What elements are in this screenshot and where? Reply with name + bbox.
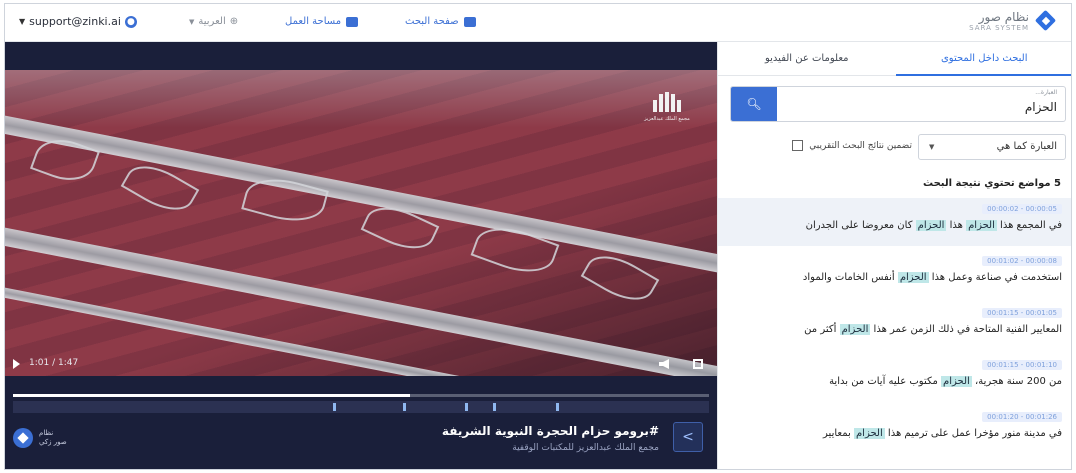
watermark-text: مجمع الملك عبدالعزيز — [644, 116, 690, 122]
tab-search-content[interactable]: البحث داخل المحتوى — [895, 42, 1071, 76]
video-subtitle: مجمع الملك عبدالعزيز للمكتبات الوقفية — [512, 443, 659, 453]
approx-label: تضمين نتائج البحث التقريبي — [809, 140, 912, 151]
result-text-fragment: في مدينة منور مؤخرا عمل على ترميم هذا — [884, 428, 1062, 439]
highlighted-term: الحزام — [915, 220, 947, 231]
language-selector[interactable]: ▼ العربية ⊕ — [189, 16, 238, 27]
result-marker[interactable] — [465, 403, 469, 411]
logo-english: SARA SYSTEM — [969, 24, 1029, 32]
result-text-fragment: أكثر من — [804, 324, 840, 335]
result-text: من 200 سنة هجرية، الحزام مكتوب عليه آيات… — [829, 376, 1062, 387]
result-marker[interactable] — [493, 403, 497, 411]
result-text-fragment: المعايير الفنية المتاحة في ذلك الزمن عمر… — [870, 324, 1062, 335]
search-panel: البحث داخل المحتوى معلومات عن الفيديو 🔍︎… — [717, 42, 1071, 469]
time-display: 1:01 / 1:47 — [29, 358, 79, 368]
result-text: في مدينة منور مؤخرا عمل على ترميم هذا ال… — [823, 428, 1062, 439]
result-text-fragment: استخدمت في صناعة وعمل هذا — [928, 272, 1062, 283]
brand-logo-icon — [13, 428, 33, 448]
result-text-fragment: أنفس الخامات والمواد — [802, 272, 898, 283]
chevron-down-icon: ▼ — [189, 17, 195, 26]
result-text-fragment: من 200 سنة هجرية، — [971, 376, 1062, 387]
results-count: 5 مواضع تحتوي نتيجة البحث — [922, 178, 1061, 189]
result-text-fragment: بمعايير — [823, 428, 854, 439]
volume-icon[interactable] — [659, 359, 669, 369]
logo-mark-icon — [1035, 10, 1057, 32]
tab-video-info[interactable]: معلومات عن الفيديو — [718, 42, 896, 76]
result-text: المعايير الفنية المتاحة في ذلك الزمن عمر… — [804, 324, 1062, 335]
app-logo[interactable]: نظام صور SARA SYSTEM — [969, 10, 1057, 32]
progress-fill — [13, 394, 410, 397]
language-label: العربية — [198, 16, 226, 27]
result-text-fragment: هذا — [946, 220, 967, 231]
channel-watermark: مجمع الملك عبدالعزيز — [639, 92, 695, 122]
match-mode-select[interactable]: العبارة كما هي ▼ — [918, 134, 1066, 160]
search-result-item[interactable]: 00:00:02 - 00:00:05 في المجمع هذا الحزام … — [718, 198, 1071, 246]
result-text: في المجمع هذا الحزام هذا الحزام كان معرو… — [806, 220, 1062, 231]
match-mode-value: العبارة كما هي — [996, 141, 1057, 152]
result-text-fragment: كان معروضا على الجدران — [805, 220, 916, 231]
result-timestamp: 00:01:02 - 00:00:08 — [982, 256, 1062, 266]
brand-badge: نظام صور زكي — [13, 428, 67, 448]
brand-line2: صور زكي — [39, 438, 67, 446]
panel-tabs: البحث داخل المحتوى معلومات عن الفيديو — [718, 42, 1071, 76]
search-result-item[interactable]: 00:01:20 - 00:01:26 في مدينة منور مؤخرا ع… — [718, 406, 1071, 454]
folder-icon — [346, 16, 359, 27]
share-button[interactable]: < — [673, 422, 703, 452]
user-menu[interactable]: ▼ support@zinki.ai ● — [19, 15, 137, 28]
top-bar: ▼ support@zinki.ai ● ▼ العربية ⊕ مساحة ا… — [5, 4, 1071, 42]
search-page-link[interactable]: صفحة البحث — [405, 16, 476, 27]
search-result-item[interactable]: 00:01:02 - 00:00:08 استخدمت في صناعة وعمل… — [718, 250, 1071, 298]
result-timestamp: 00:01:15 - 00:01:05 — [982, 308, 1062, 318]
chevron-down-icon: ▼ — [929, 143, 935, 151]
search-result-item[interactable]: 00:01:15 - 00:01:10 من 200 سنة هجرية، الح… — [718, 354, 1071, 402]
search-box: 🔍︎ العبارة... — [730, 86, 1066, 122]
approx-checkbox[interactable] — [792, 140, 804, 151]
user-email: support@zinki.ai — [29, 15, 121, 28]
app-frame: ▼ support@zinki.ai ● ▼ العربية ⊕ مساحة ا… — [4, 3, 1072, 470]
logo-arabic: نظام صور — [978, 10, 1029, 24]
result-marker[interactable] — [555, 403, 559, 411]
result-text-fragment: في المجمع هذا — [996, 220, 1062, 231]
user-icon: ● — [124, 15, 137, 28]
video-frame[interactable]: مجمع الملك عبدالعزيز 1:01 / 1:47 — [5, 70, 717, 376]
video-title: #برومو حزام الحجرة النبوية الشريفة — [441, 424, 659, 438]
highlighted-term: الحزام — [853, 428, 885, 439]
highlighted-term: الحزام — [966, 220, 997, 231]
play-icon[interactable] — [13, 359, 20, 369]
globe-icon: ⊕ — [229, 16, 239, 27]
brand-line1: نظام — [39, 429, 54, 437]
search-page-label: صفحة البحث — [405, 16, 459, 27]
result-text: استخدمت في صناعة وعمل هذا الحزام أنفس ال… — [803, 272, 1062, 283]
fullscreen-icon[interactable] — [693, 359, 703, 369]
highlighted-term: الحزام — [941, 376, 972, 387]
result-marker[interactable] — [333, 403, 337, 411]
progress-bar[interactable] — [13, 394, 709, 397]
home-icon — [463, 16, 476, 27]
result-markers-track — [13, 401, 709, 413]
result-timestamp: 00:01:20 - 00:01:26 — [982, 412, 1062, 422]
result-timestamp: 00:00:02 - 00:00:05 — [982, 204, 1062, 214]
highlighted-term: الحزام — [839, 324, 871, 335]
workspace-link[interactable]: مساحة العمل — [285, 16, 359, 27]
result-marker[interactable] — [402, 403, 406, 411]
glass-reflection — [5, 70, 717, 128]
search-result-item[interactable]: 00:01:15 - 00:01:05 المعايير الفنية المتا… — [718, 302, 1071, 350]
video-info: < #برومو حزام الحجرة النبوية الشريفة مجم… — [5, 414, 717, 469]
search-input[interactable] — [787, 100, 1057, 114]
workspace-label: مساحة العمل — [285, 16, 342, 27]
search-icon: 🔍︎ — [746, 97, 762, 111]
chevron-down-icon: ▼ — [19, 17, 26, 26]
search-floating-label: العبارة... — [1035, 89, 1057, 96]
highlighted-term: الحزام — [897, 272, 929, 283]
result-text-fragment: مكتوب عليه آيات من بداية — [829, 376, 942, 387]
search-button[interactable]: 🔍︎ — [731, 87, 777, 121]
player-controls: 1:01 / 1:47 — [5, 354, 717, 376]
approx-checkbox-row[interactable]: تضمين نتائج البحث التقريبي — [732, 140, 912, 151]
video-player: مجمع الملك عبدالعزيز 1:01 / 1:47 < #بروم… — [5, 42, 717, 469]
result-timestamp: 00:01:15 - 00:01:10 — [982, 360, 1062, 370]
